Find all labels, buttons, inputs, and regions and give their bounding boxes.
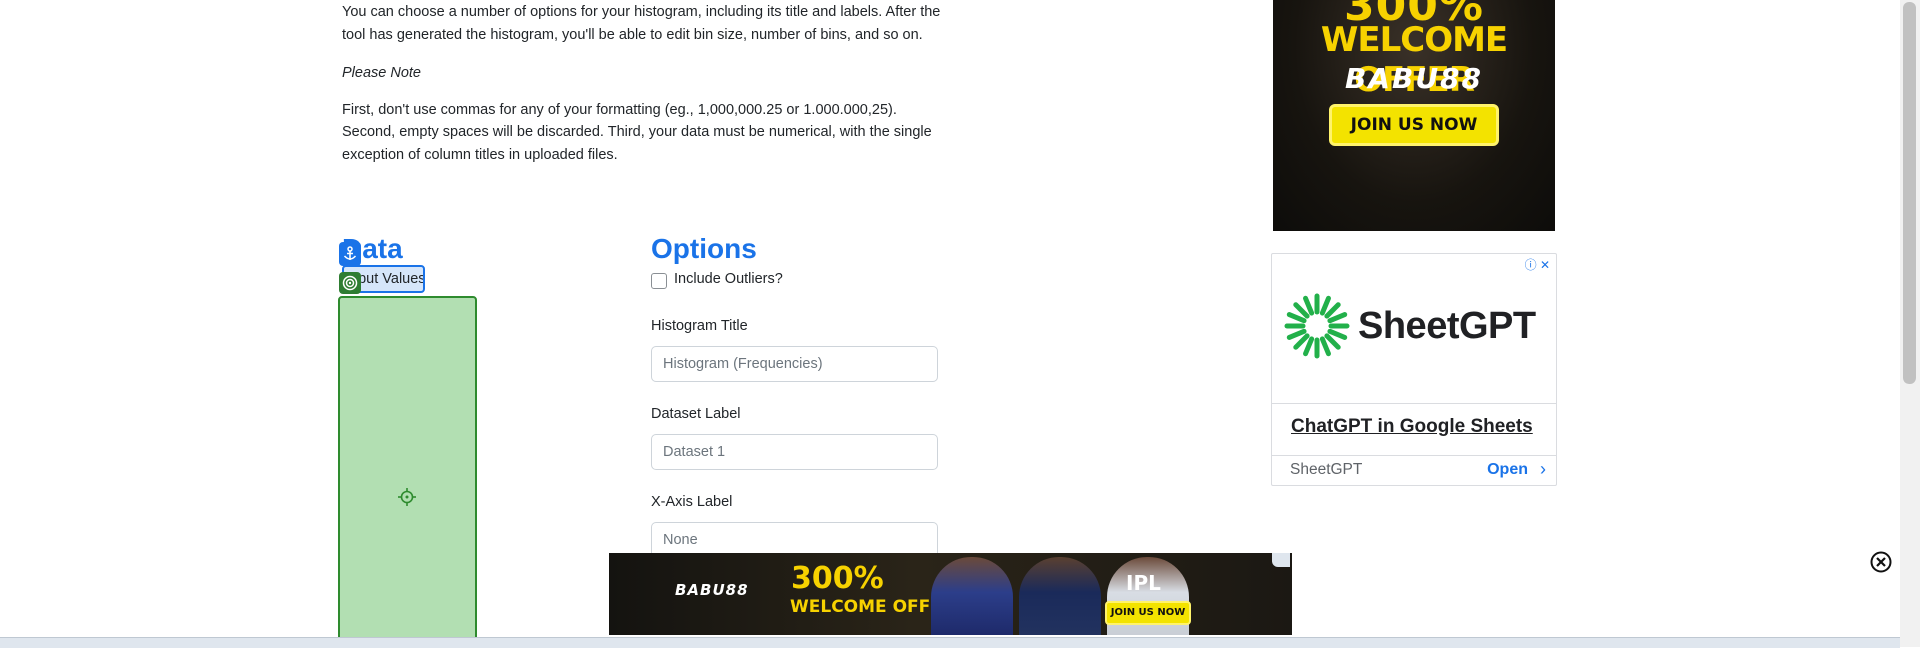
x-axis-label-input[interactable]: None — [651, 522, 938, 554]
intro-text: You can choose a number of options for y… — [342, 0, 942, 182]
ad-open-button[interactable]: Open — [1487, 461, 1528, 479]
chevron-right-icon[interactable]: › — [1540, 459, 1546, 480]
please-note-heading: Please Note — [342, 65, 421, 81]
adchoices-icon[interactable]: ⓘ ✕ — [1525, 256, 1550, 273]
bottom-ad-join-button[interactable]: JOIN US NOW — [1105, 601, 1191, 625]
player-figure — [931, 557, 1013, 635]
adchoices-icon[interactable] — [1272, 553, 1290, 567]
sheetgpt-logo-text: SheetGPT — [1358, 304, 1536, 347]
include-outliers-label[interactable]: Include Outliers? — [674, 271, 783, 287]
x-axis-label-label: X-Axis Label — [651, 494, 733, 510]
scrollbar-thumb[interactable] — [1903, 2, 1916, 384]
note-paragraph: First, don't use commas for any of your … — [342, 101, 932, 163]
sheetgpt-ad[interactable]: ⓘ ✕ SheetGPT ChatGPT in Google Sheets Sh… — [1271, 253, 1557, 486]
crosshair-icon — [398, 488, 416, 511]
bottom-ad-ipl-logo: IPL — [1126, 571, 1161, 595]
bottom-strip — [0, 637, 1900, 648]
casino-ad-banner[interactable]: 300% WELCOME OFFER BABU88 JOIN US NOW — [1273, 0, 1555, 231]
ad-join-button[interactable]: JOIN US NOW — [1329, 104, 1499, 146]
ad-headline-link[interactable]: ChatGPT in Google Sheets — [1291, 416, 1533, 438]
ad-brand-logo: BABU88 — [1344, 62, 1484, 95]
player-figure — [1019, 557, 1101, 635]
sheetgpt-logo: SheetGPT — [1284, 290, 1536, 362]
close-icon[interactable] — [1870, 551, 1892, 573]
intro-paragraph: You can choose a number of options for y… — [342, 4, 941, 43]
dataset-label-input[interactable]: Dataset 1 — [651, 434, 938, 470]
bottom-casino-ad[interactable]: BABU88 300% WELCOME OFFER IPL JOIN US NO… — [609, 553, 1292, 635]
dataset-label-label: Dataset Label — [651, 406, 741, 422]
input-values-textarea[interactable] — [338, 296, 477, 647]
include-outliers-checkbox[interactable] — [651, 273, 667, 289]
ad-advertiser-name: SheetGPT — [1290, 461, 1363, 478]
target-icon[interactable] — [339, 272, 361, 294]
bottom-ad-brand: BABU88 — [675, 581, 749, 599]
anchor-icon[interactable] — [339, 242, 361, 266]
ad-divider — [1272, 455, 1556, 456]
bottom-ad-percent: 300% — [791, 561, 884, 596]
ad-divider — [1272, 403, 1556, 404]
histogram-title-input[interactable]: Histogram (Frequencies) — [651, 346, 938, 382]
sheetgpt-burst-icon — [1284, 293, 1350, 359]
options-heading: Options — [651, 233, 757, 264]
histogram-title-label: Histogram Title — [651, 318, 748, 334]
